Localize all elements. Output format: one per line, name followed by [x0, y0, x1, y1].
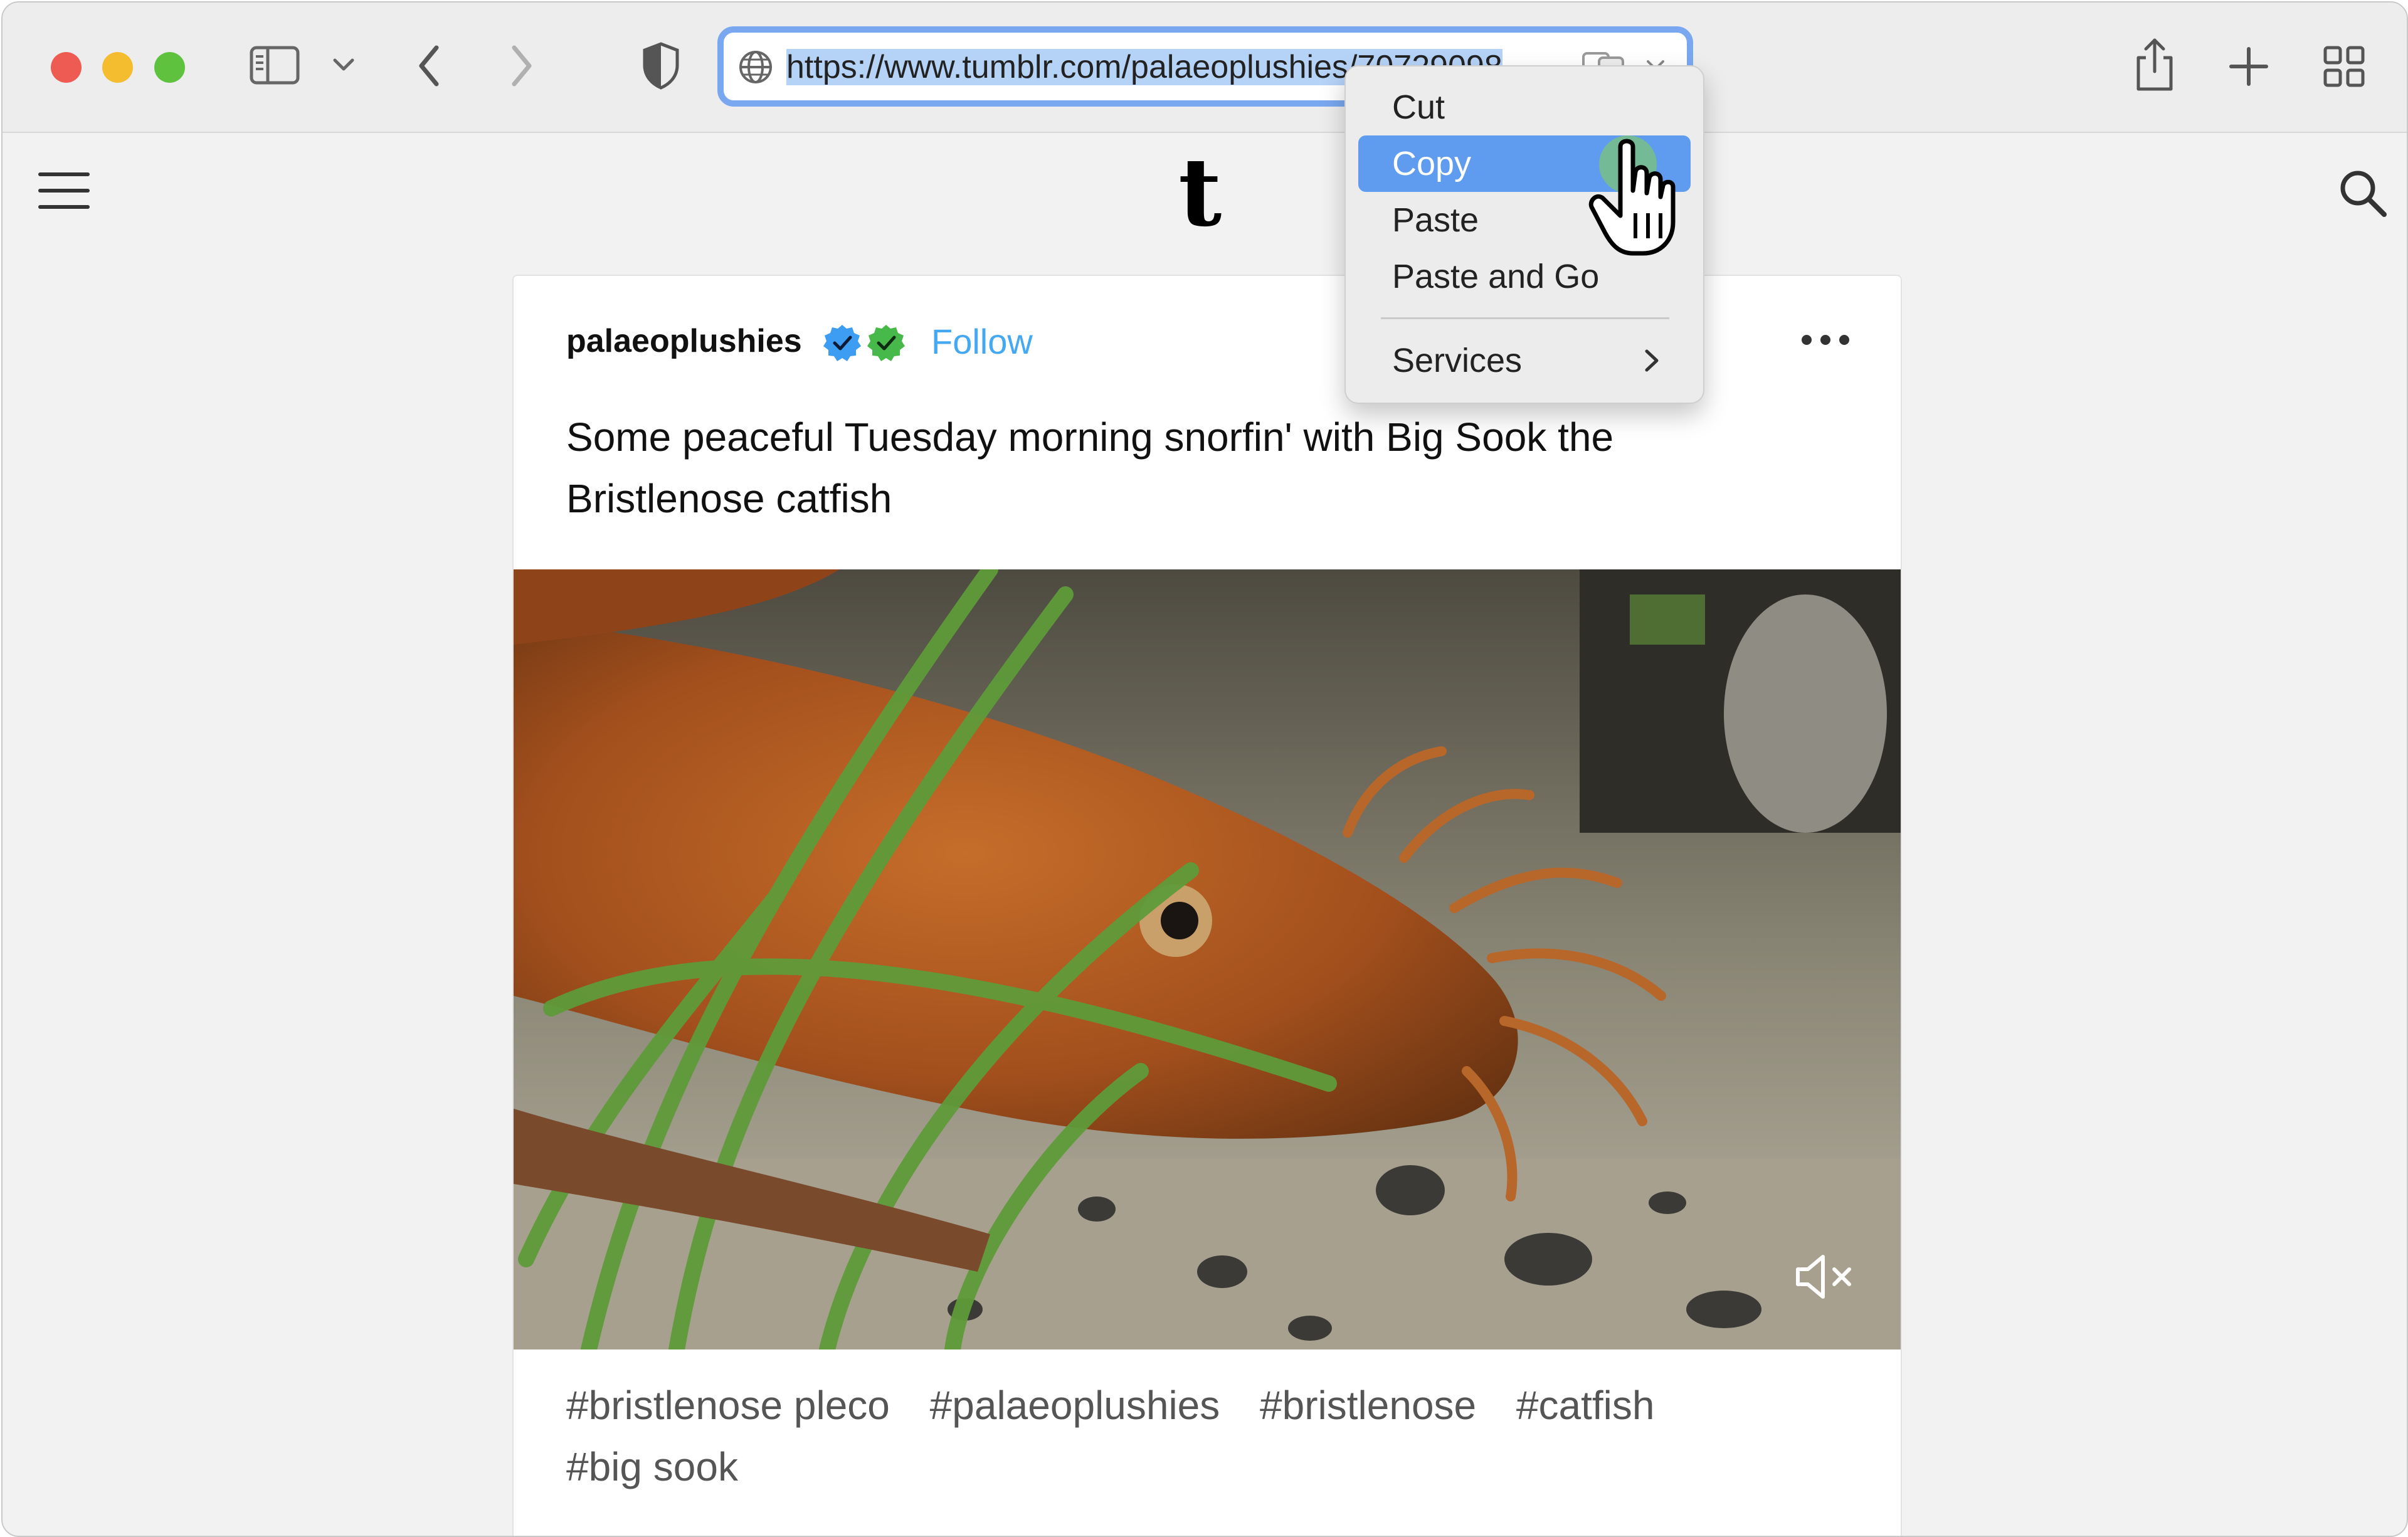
back-icon[interactable] [415, 43, 443, 89]
menu-separator [1381, 317, 1669, 319]
chevron-down-icon[interactable] [331, 56, 356, 74]
zoom-window-button[interactable] [154, 52, 185, 83]
tag-link[interactable]: #big sook [566, 1436, 738, 1497]
shield-icon[interactable] [641, 41, 681, 90]
site-header: t [3, 133, 2407, 252]
minimize-window-button[interactable] [102, 52, 133, 83]
post-video[interactable] [514, 569, 1901, 1349]
tumblr-logo[interactable]: t [1178, 145, 1222, 240]
search-icon[interactable] [2338, 168, 2388, 218]
hamburger-icon[interactable] [38, 171, 90, 211]
close-window-button[interactable] [51, 52, 82, 83]
browser-toolbar: https://www.tumblr.com/palaeoplushies/70… [3, 3, 2407, 133]
post-card: palaeoplushies Follow Some peaceful Tues… [512, 275, 1902, 1536]
post-caption: Some peaceful Tuesday morning snorfin' w… [566, 415, 1614, 521]
tag-link[interactable]: #catfish [1516, 1375, 1655, 1436]
forward-icon[interactable] [508, 43, 536, 89]
sidebar-icon[interactable] [249, 45, 300, 85]
tag-link[interactable]: #bristlenose [1260, 1375, 1476, 1436]
checkmark-badge-icon [867, 325, 905, 361]
more-options-icon[interactable] [1800, 332, 1851, 347]
chevron-right-icon [1645, 349, 1659, 372]
muted-speaker-icon[interactable] [1793, 1252, 1856, 1302]
menu-item-services[interactable]: Services [1358, 332, 1691, 389]
menu-item-cut[interactable]: Cut [1358, 79, 1691, 135]
post-tags: #bristlenose pleco #palaeoplushies #bris… [566, 1375, 1820, 1497]
tag-link[interactable]: #bristlenose pleco [566, 1375, 890, 1436]
plus-icon[interactable] [2229, 46, 2269, 87]
hand-cursor-icon [1588, 135, 1676, 256]
verified-badge-icon [823, 325, 861, 361]
follow-button[interactable]: Follow [931, 321, 1033, 362]
globe-icon [739, 51, 772, 83]
menu-item-services-label: Services [1392, 342, 1523, 379]
share-icon[interactable] [2132, 36, 2177, 93]
post-author[interactable]: palaeoplushies [566, 322, 802, 360]
grid-icon[interactable] [2323, 45, 2365, 88]
tag-link[interactable]: #palaeoplushies [930, 1375, 1220, 1436]
browser-window: https://www.tumblr.com/palaeoplushies/70… [1, 1, 2408, 1537]
catfish-video-frame [514, 569, 1901, 1349]
